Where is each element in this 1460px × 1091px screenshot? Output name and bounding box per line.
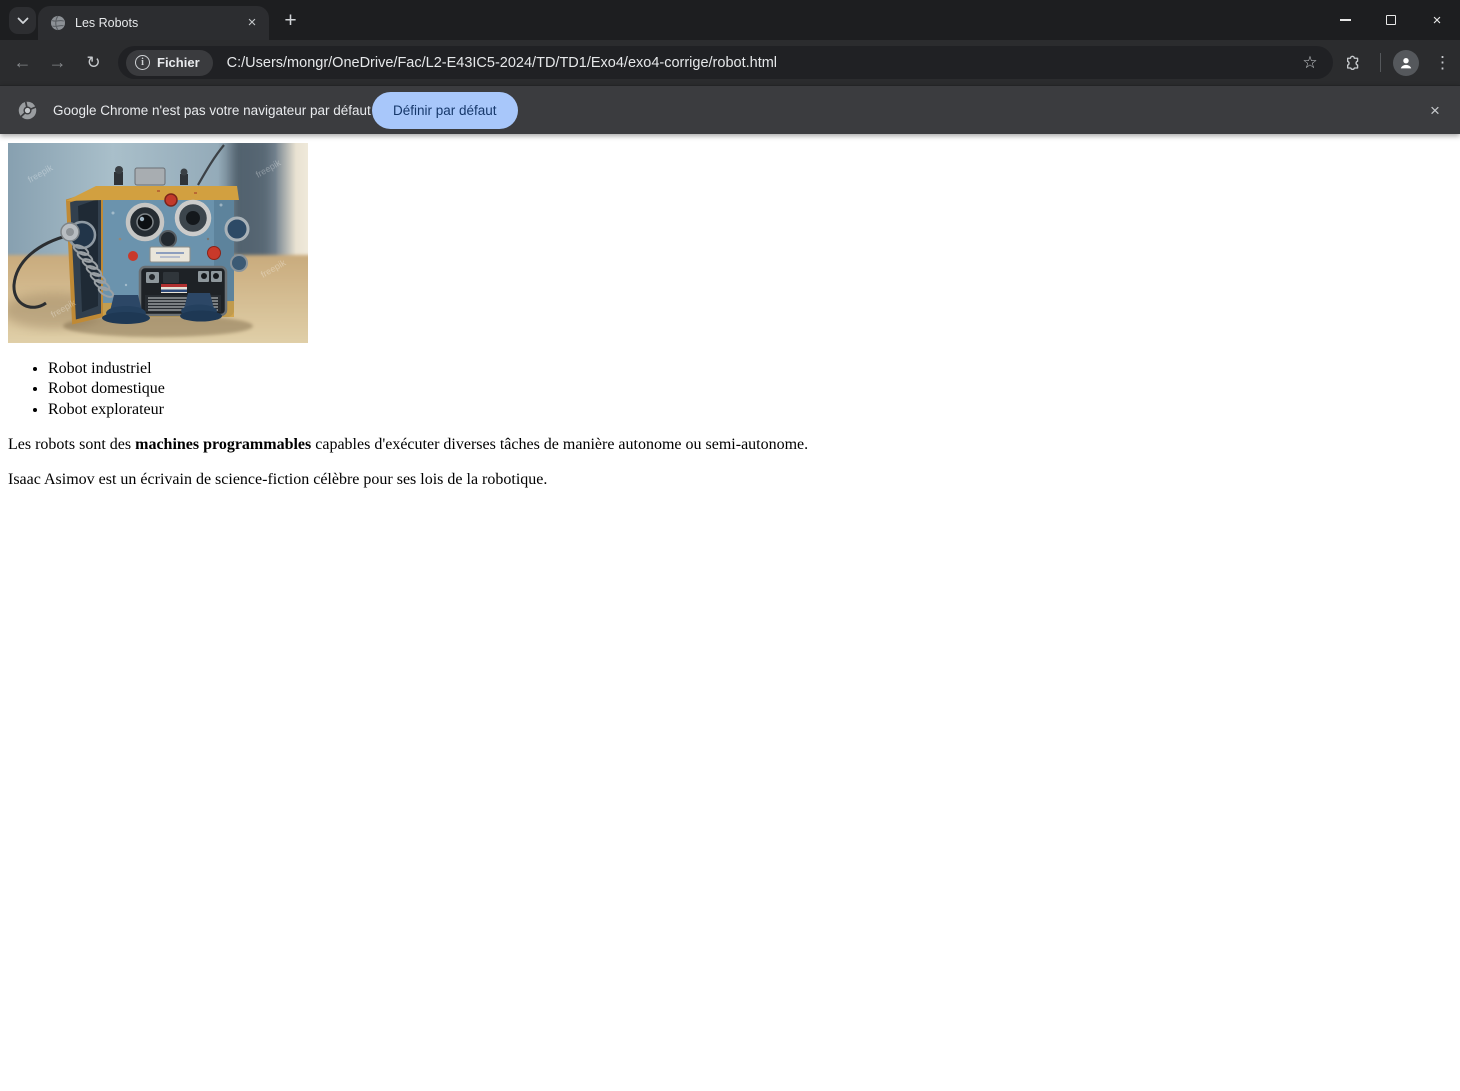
extensions-button[interactable] [1337, 47, 1368, 78]
avatar [1393, 50, 1419, 76]
bookmark-star-button[interactable]: ☆ [1295, 48, 1325, 78]
tab-title: Les Robots [75, 16, 234, 30]
person-icon [1398, 55, 1414, 71]
browser-tab[interactable]: Les Robots × [38, 6, 269, 40]
reload-button[interactable]: ↻ [77, 46, 110, 79]
minimize-icon [1340, 19, 1351, 21]
address-bar[interactable]: i Fichier C:/Users/mongr/OneDrive/Fac/L2… [118, 46, 1333, 79]
list-item: Robot explorateur [48, 400, 1452, 420]
robot-types-list: Robot industriel Robot domestique Robot … [8, 359, 1452, 420]
info-icon: i [135, 55, 150, 70]
tab-strip: Les Robots × + × [0, 0, 1460, 40]
file-chip-label: Fichier [157, 55, 200, 70]
tab-close-icon[interactable]: × [243, 14, 261, 32]
forward-button[interactable]: → [41, 46, 74, 79]
robot-photo: freepik freepik freepik freepik [8, 143, 308, 343]
bold-text: machines programmables [135, 436, 311, 453]
maximize-icon [1386, 15, 1396, 25]
paragraph-text: Les robots sont des [8, 436, 135, 453]
new-tab-button[interactable]: + [277, 7, 304, 34]
window-controls: × [1322, 0, 1460, 40]
infobar-close-icon[interactable]: × [1420, 96, 1450, 126]
file-scheme-chip[interactable]: i Fichier [126, 50, 213, 76]
maximize-button[interactable] [1368, 0, 1414, 40]
close-window-button[interactable]: × [1414, 0, 1460, 40]
globe-favicon-icon [50, 15, 66, 31]
browser-menu-button[interactable]: ⋮ [1427, 47, 1458, 78]
infobar-message: Google Chrome n'est pas votre navigateur… [53, 103, 371, 118]
asimov-paragraph: Isaac Asimov est un écrivain de science-… [8, 471, 1452, 489]
web-page-content: freepik freepik freepik freepik Robot in… [0, 135, 1460, 1091]
url-text[interactable]: C:/Users/mongr/OneDrive/Fac/L2-E43IC5-20… [227, 55, 1295, 71]
toolbar-separator [1380, 53, 1381, 72]
back-button[interactable]: ← [6, 46, 39, 79]
robots-description-paragraph: Les robots sont des machines programmabl… [8, 436, 1452, 454]
default-browser-infobar: Google Chrome n'est pas votre navigateur… [0, 85, 1460, 134]
chevron-down-icon [17, 17, 29, 25]
set-default-button[interactable]: Définir par défaut [372, 92, 518, 129]
minimize-button[interactable] [1322, 0, 1368, 40]
paragraph-text: capables d'exécuter diverses tâches de m… [311, 436, 808, 453]
puzzle-icon [1343, 53, 1363, 73]
browser-toolbar: ← → ↻ i Fichier C:/Users/mongr/OneDrive/… [0, 40, 1460, 85]
list-item: Robot industriel [48, 359, 1452, 379]
chrome-logo-icon [17, 100, 38, 121]
tab-search-button[interactable] [9, 7, 36, 34]
list-item: Robot domestique [48, 379, 1452, 399]
profile-button[interactable] [1390, 47, 1421, 78]
